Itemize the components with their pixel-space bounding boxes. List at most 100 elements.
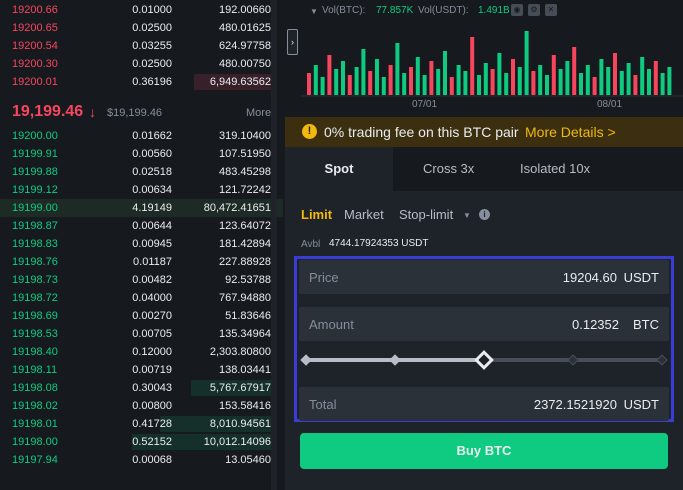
slider-thumb[interactable] — [474, 350, 494, 370]
order-total: 6,949.63562 — [209, 76, 271, 88]
volume-bar — [409, 67, 413, 95]
date-label: 08/01 — [597, 99, 623, 110]
settings-icon[interactable]: ⚙ — [528, 4, 540, 16]
order-total: 2,303.80800 — [209, 346, 271, 358]
price-chart[interactable]: › ▼ Vol(BTC): 77.857K Vol(USDT): 1.491B … — [285, 0, 683, 117]
order-total: 767.94880 — [219, 292, 271, 304]
volume-bar — [388, 65, 393, 95]
date-label: 07/01 — [412, 99, 438, 110]
more-details-link[interactable]: More Details > — [525, 124, 616, 140]
volume-bar — [551, 55, 556, 95]
order-type-limit[interactable]: Limit — [301, 207, 332, 222]
ask-row[interactable]: 19200.65 0.02500 480.01625 — [0, 19, 283, 37]
volume-bar — [599, 59, 604, 95]
bid-row[interactable]: 19197.94 0.00068 13.05460 — [0, 451, 283, 469]
order-price: 19200.00 — [12, 130, 58, 142]
price-unit: USDT — [623, 270, 659, 285]
bid-row[interactable]: 19198.40 0.12000 2,303.80800 — [0, 343, 283, 361]
bid-row[interactable]: 19198.01 0.41728 8,010.94561 — [0, 415, 283, 433]
collapse-chart-button[interactable]: › — [287, 29, 298, 55]
bid-row[interactable]: 19198.72 0.04000 767.94880 — [0, 289, 283, 307]
volume-bar — [606, 67, 611, 95]
order-type-stop-limit[interactable]: Stop-limit — [399, 207, 453, 222]
volume-bar — [429, 61, 434, 95]
bid-row[interactable]: 19199.88 0.02518 483.45298 — [0, 163, 283, 181]
volume-bar — [511, 59, 515, 95]
order-type-market[interactable]: Market — [344, 207, 384, 222]
order-amount: 4.19149 — [132, 202, 172, 214]
info-icon[interactable]: i — [479, 209, 490, 220]
buy-btc-button[interactable]: Buy BTC — [300, 433, 668, 469]
total-input[interactable]: 2372.1521920 — [534, 397, 617, 412]
ask-row[interactable]: 19200.54 0.03255 624.97758 — [0, 37, 283, 55]
ask-row[interactable]: 19200.01 0.36196 6,949.63562 — [0, 73, 283, 91]
volume-bar — [449, 77, 454, 95]
order-book-scrollbar[interactable] — [271, 0, 277, 490]
bid-row[interactable]: 19198.76 0.01187 227.88928 — [0, 253, 283, 271]
amount-input[interactable]: 0.12352 — [572, 317, 619, 332]
order-price: 19200.01 — [12, 76, 58, 88]
price-down-arrow-icon: ↓ — [89, 104, 96, 120]
close-icon[interactable]: ✕ — [545, 4, 557, 16]
more-link[interactable]: More — [246, 107, 271, 119]
volume-bar — [538, 65, 543, 95]
fee-banner: ! 0% trading fee on this BTC pair More D… — [285, 117, 683, 147]
bid-row[interactable]: 19198.00 0.52152 10,012.14096 — [0, 433, 283, 451]
tab-spot[interactable]: Spot — [285, 147, 393, 191]
slider-mark-25[interactable] — [389, 354, 401, 366]
order-total: 138.03441 — [219, 364, 271, 376]
order-total: 13.05460 — [225, 454, 271, 466]
warning-icon: ! — [302, 124, 317, 139]
order-price: 19199.88 — [12, 166, 58, 178]
bid-row[interactable]: 19198.11 0.00719 138.03441 — [0, 361, 283, 379]
order-price: 19198.83 — [12, 238, 58, 250]
volume-bar — [341, 61, 345, 95]
volume-bar — [402, 73, 407, 95]
volume-bar — [497, 53, 502, 95]
margin-tabs: Spot Cross 3x Isolated 10x — [285, 147, 683, 191]
tab-isolated[interactable]: Isolated 10x — [520, 147, 590, 191]
ask-row[interactable]: 19200.66 0.01000 192.00660 — [0, 1, 283, 19]
order-price: 19198.87 — [12, 220, 58, 232]
bid-row[interactable]: 19198.73 0.00482 92.53788 — [0, 271, 283, 289]
bid-row[interactable]: 19198.83 0.00945 181.42894 — [0, 235, 283, 253]
bid-row[interactable]: 19198.53 0.00705 135.34964 — [0, 325, 283, 343]
visibility-icon[interactable]: ◉ — [511, 4, 523, 16]
order-price: 19199.12 — [12, 184, 58, 196]
volume-bar — [545, 75, 549, 95]
bid-row[interactable]: 19198.02 0.00800 153.58416 — [0, 397, 283, 415]
order-amount: 0.02500 — [132, 22, 172, 34]
stop-limit-dropdown-icon[interactable]: ▼ — [463, 211, 471, 220]
bid-row[interactable]: 19199.00 4.19149 80,472.41651 — [0, 199, 283, 217]
order-total: 10,012.14096 — [203, 436, 271, 448]
price-field[interactable]: Price 19204.60 USDT — [299, 260, 669, 294]
slider-mark-100[interactable] — [656, 354, 668, 366]
volume-bar — [490, 69, 495, 95]
order-amount: 0.52152 — [132, 436, 172, 448]
volume-toggle-caret-icon[interactable]: ▼ — [310, 7, 318, 16]
volume-btc-label: Vol(BTC): — [322, 5, 366, 16]
ask-row[interactable]: 19200.30 0.02500 480.00750 — [0, 55, 283, 73]
volume-bar — [524, 31, 529, 95]
bid-row[interactable]: 19198.87 0.00644 123.64072 — [0, 217, 283, 235]
volume-bar — [470, 37, 475, 95]
amount-field[interactable]: Amount 0.12352 BTC — [299, 307, 669, 341]
bid-row[interactable]: 19199.91 0.00560 107.51950 — [0, 145, 283, 163]
bid-row[interactable]: 19198.69 0.00270 51.83646 — [0, 307, 283, 325]
slider-mark-0[interactable] — [300, 354, 312, 366]
bid-row[interactable]: 19200.00 0.01662 319.10400 — [0, 127, 283, 145]
slider-mark-75[interactable] — [567, 354, 579, 366]
volume-bar — [313, 65, 318, 95]
order-amount: 0.00800 — [132, 400, 172, 412]
last-price-usd: $19,199.46 — [107, 107, 163, 119]
bid-row[interactable]: 19199.12 0.00634 121.72242 — [0, 181, 283, 199]
volume-bar — [320, 77, 325, 95]
tab-cross[interactable]: Cross 3x — [423, 147, 474, 191]
last-price: 19,199.46 — [12, 103, 84, 120]
order-price: 19198.40 — [12, 346, 58, 358]
price-input[interactable]: 19204.60 — [563, 270, 617, 285]
volume-bar — [368, 71, 373, 95]
amount-slider[interactable] — [300, 350, 668, 370]
total-field[interactable]: Total 2372.1521920 USDT — [299, 387, 669, 421]
bid-row[interactable]: 19198.08 0.30043 5,767.67917 — [0, 379, 283, 397]
